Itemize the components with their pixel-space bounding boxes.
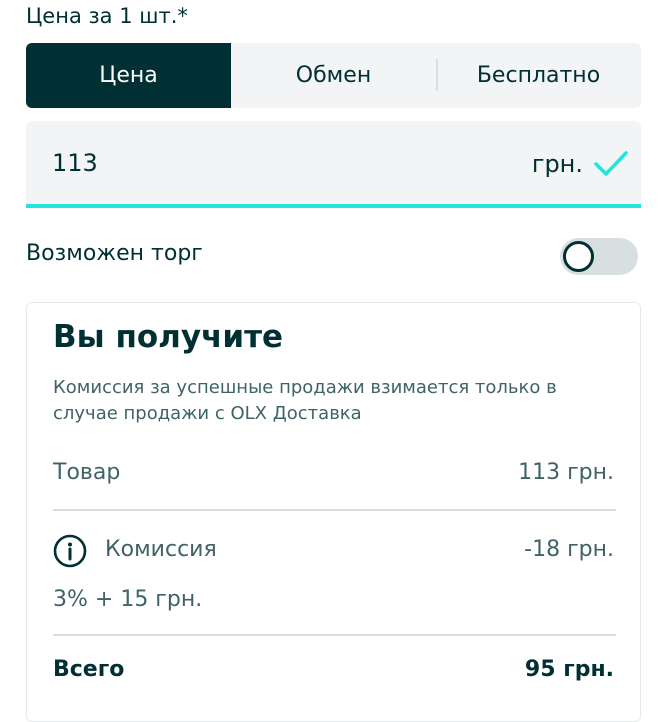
item-value: 113 грн. [518,460,614,485]
total-value: 95 грн. [524,657,614,682]
segment-price[interactable]: Цена [26,43,231,108]
commission-note: Комиссия за успешные продажи взимается т… [53,377,557,424]
divider [53,509,616,511]
haggle-toggle[interactable] [560,238,638,275]
segment-exchange[interactable]: Обмен [231,43,436,108]
haggle-label: Возможен торг [26,241,203,266]
price-label: Цена за 1 шт.* [26,4,188,28]
currency-label: грн. [531,150,583,178]
divider [53,634,616,636]
total-label: Всего [53,657,125,682]
info-icon[interactable] [53,534,87,568]
commission-value: -18 грн. [524,537,614,562]
price-input-value[interactable]: 113 [52,149,98,177]
check-icon [594,151,628,176]
segment-free[interactable]: Бесплатно [436,43,641,108]
summary-card: Вы получите Комиссия за успешные продажи… [26,302,641,722]
commission-label: Комиссия [105,537,217,562]
summary-title: Вы получите [53,319,284,355]
price-input[interactable]: 113 грн. [26,121,641,208]
price-type-selector: Цена Обмен Бесплатно [26,43,641,108]
commission-formula: 3% + 15 грн. [53,587,203,612]
toggle-knob [563,241,594,272]
item-label: Товар [53,460,121,485]
